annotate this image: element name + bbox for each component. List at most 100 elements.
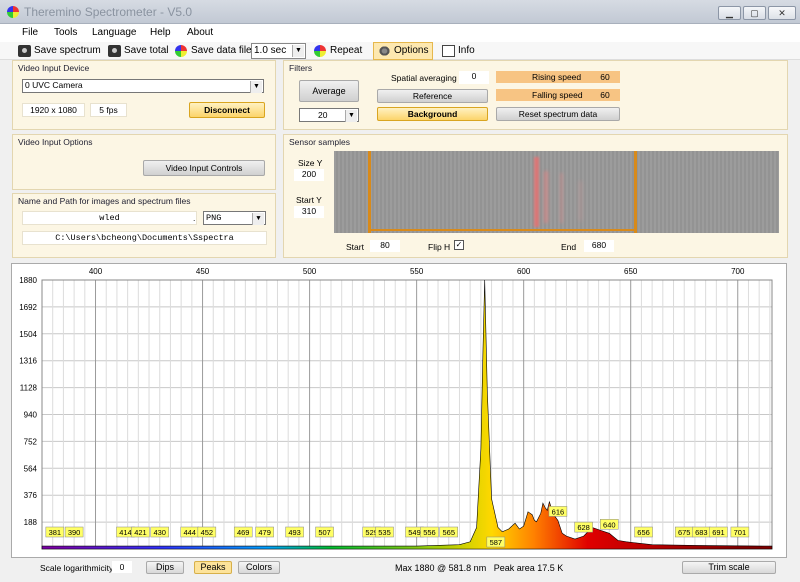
sensor-band [334,151,779,233]
x-tick-label: 700 [731,267,745,276]
spatial-averaging-label: Spatial averaging [391,73,457,83]
x-tick-label: 650 [624,267,638,276]
peak-label: 587 [490,538,503,547]
camera-icon [18,45,31,57]
peak-label: 616 [552,507,565,516]
window-title: Theremino Spectrometer - V5.0 [24,5,193,19]
repeat-label: Repeat [330,45,363,56]
x-tick-label: 500 [303,267,317,276]
gear-icon [378,45,391,57]
repeat-button[interactable]: Repeat [312,43,362,59]
end-input[interactable]: 680 [584,240,614,252]
peak-label: 640 [603,520,616,529]
minimize-button[interactable]: ▁ [718,6,741,20]
reference-button[interactable]: Reference [377,89,488,103]
video-input-controls-button[interactable]: Video Input Controls [143,160,265,176]
filters-title: Filters [289,63,313,73]
average-value: 20 [318,110,328,120]
peak-label: 691 [712,528,725,537]
peak-label: 683 [695,528,708,537]
sensor-end-marker[interactable] [634,151,637,233]
menu-help[interactable]: Help [150,27,171,38]
falling-speed-input[interactable]: 60 [590,89,620,101]
sensor-line-red-2 [544,171,548,223]
size-y-label: Size Y [298,158,323,168]
maximize-button[interactable]: ▢ [743,6,766,20]
sensor-line-red-3 [560,173,563,223]
colors-button[interactable]: Colors [238,561,280,574]
peak-label: 381 [49,528,62,537]
peak-label: 701 [734,528,747,537]
app-icon [7,6,19,18]
menu-language[interactable]: Language [92,27,137,38]
y-tick-label: 564 [24,464,38,473]
menu-file[interactable]: File [22,27,38,38]
menu-about[interactable]: About [187,27,213,38]
video-options-title: Video Input Options [18,137,93,147]
file-name-input[interactable]: wled [22,211,197,225]
y-tick-label: 752 [24,437,38,446]
save-total-label: Save total [124,45,169,56]
scale-log-input[interactable]: 0 [112,561,132,573]
title-bar: Theremino Spectrometer - V5.0 ▁ ▢ ✕ [0,0,800,24]
save-total-button[interactable]: Save total [106,43,168,59]
file-path-input[interactable]: C:\Users\bcheong\Documents\Sspectra [22,231,267,245]
info-label: Info [458,45,475,56]
options-button[interactable]: Options [376,43,428,59]
sensor-image[interactable] [334,151,779,233]
menu-bar: File Tools Language Help About [0,24,800,42]
chevron-down-icon: ▼ [292,45,304,57]
peak-label: 421 [134,528,147,537]
peak-label: 469 [237,528,250,537]
peak-label: 565 [442,528,455,537]
start-input[interactable]: 80 [370,240,400,252]
rising-speed-input[interactable]: 60 [590,71,620,83]
filters-panel: Filters Average 20 ▼ Spatial averaging 0… [283,60,788,130]
flip-h-checkbox[interactable]: ✓ [454,240,464,250]
file-extension-select[interactable]: PNG ▼ [203,211,266,225]
sensor-line-red-1 [534,157,539,227]
peak-label: 549 [408,528,421,537]
save-data-file-label: Save data file [191,45,252,56]
average-select[interactable]: 20 ▼ [299,108,359,122]
dips-button[interactable]: Dips [146,561,184,574]
sensor-roi-bottom [368,229,637,231]
background-button[interactable]: Background [377,107,488,121]
spectrum-chart[interactable]: 1880 1692 1504 1316 1128 940 752 564 376 188 400 45… [11,263,787,558]
sensor-line-red-4 [579,181,582,221]
interval-value: 1.0 sec [254,45,287,56]
disconnect-button[interactable]: Disconnect [189,102,265,118]
menu-tools[interactable]: Tools [54,27,77,38]
interval-select[interactable]: 1.0 sec ▼ [251,43,306,59]
close-button[interactable]: ✕ [768,6,796,20]
sensor-start-marker[interactable] [368,151,371,233]
color-wheel-icon [314,45,326,57]
x-tick-label: 600 [517,267,531,276]
checkmark-icon: ✓ [455,240,463,249]
chevron-down-icon: ▼ [250,81,262,93]
spatial-averaging-input[interactable]: 0 [459,71,489,84]
size-y-input[interactable]: 200 [294,169,324,181]
sensor-samples-title: Sensor samples [289,137,350,147]
peak-label: 430 [153,528,166,537]
peak-label: 390 [68,528,81,537]
x-tick-label: 400 [89,267,103,276]
peaks-button[interactable]: Peaks [194,561,232,574]
info-button[interactable]: Info [440,43,475,59]
video-input-title: Video Input Device [18,63,90,73]
average-button[interactable]: Average [299,80,359,102]
trim-scale-button[interactable]: Trim scale [682,561,776,574]
y-tick-label: 940 [24,411,38,420]
start-y-input[interactable]: 310 [294,206,324,218]
reset-spectrum-button[interactable]: Reset spectrum data [496,107,620,121]
save-data-file-button[interactable]: Save data file [173,43,252,59]
peak-label: 556 [423,528,436,537]
save-spectrum-button[interactable]: Save spectrum [16,43,101,59]
video-options-panel: Video Input Options Video Input Controls [12,134,276,190]
start-y-label: Start Y [296,195,322,205]
y-tick-label: 1692 [19,303,37,312]
peak-info-text: Max 1880 @ 581.8 nm Peak area 17.5 K [395,563,564,573]
device-select[interactable]: 0 UVC Camera ▼ [22,79,264,93]
y-tick-label: 1316 [19,357,37,366]
start-label: Start [346,242,364,252]
